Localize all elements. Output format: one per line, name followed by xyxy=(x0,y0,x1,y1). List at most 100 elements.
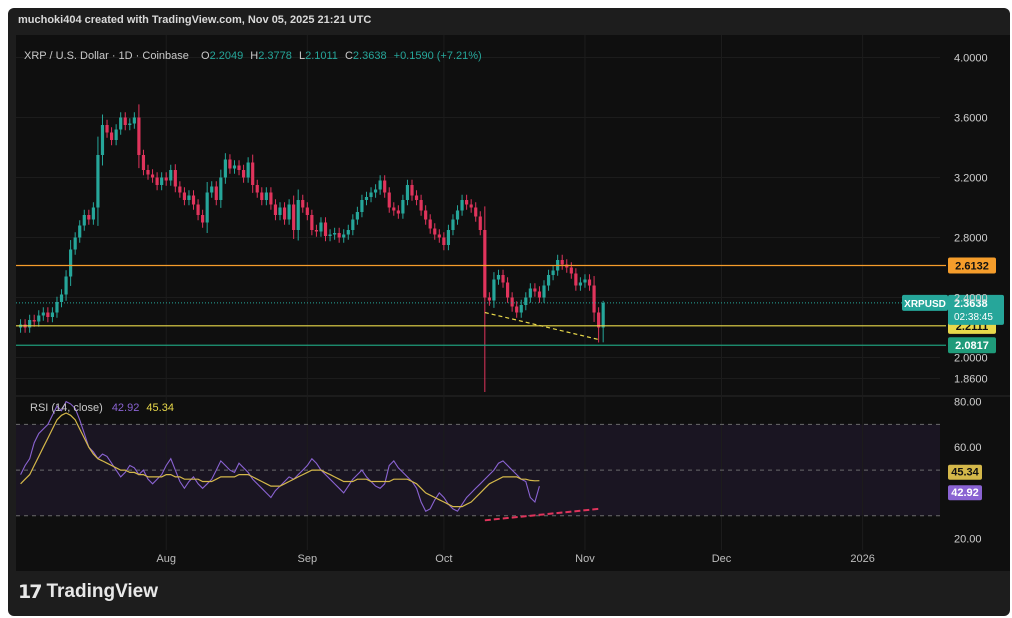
candle-body xyxy=(46,312,50,317)
candle-body xyxy=(205,192,209,223)
candle-body xyxy=(41,312,45,316)
candle-body xyxy=(223,159,227,178)
candle-body xyxy=(569,267,573,274)
candle-body xyxy=(364,197,369,200)
candle-body xyxy=(82,215,86,226)
candle-body xyxy=(164,177,168,181)
candle-body xyxy=(105,125,109,133)
tradingview-logo: 17 TradingView xyxy=(18,581,158,603)
countdown-label: 02:38:45 xyxy=(954,312,993,323)
candle-body xyxy=(264,192,268,200)
candle-body xyxy=(442,237,446,245)
candle-body xyxy=(196,204,200,215)
candle-body xyxy=(428,219,432,229)
candle-body xyxy=(269,192,273,205)
credit-line: muchoki404 created with TradingView.com,… xyxy=(18,14,372,26)
candle-body xyxy=(160,177,164,185)
candle-body xyxy=(401,200,405,214)
candle-body xyxy=(132,117,136,124)
candle-body xyxy=(64,276,68,295)
candle-body xyxy=(396,210,400,214)
candle-body xyxy=(69,249,73,277)
candle-body xyxy=(100,125,105,155)
candle-body xyxy=(474,207,478,217)
tradingview-logo-text: TradingView xyxy=(46,581,159,602)
price-tick-label: 3.2000 xyxy=(954,173,988,185)
candle-body xyxy=(378,180,382,190)
candle-body xyxy=(146,170,150,175)
candle-body xyxy=(487,297,491,301)
rsi-tick-label: 20.00 xyxy=(954,534,982,546)
candle-body xyxy=(515,306,519,313)
candle-body xyxy=(510,297,514,307)
candle-body xyxy=(260,192,264,200)
candle-body xyxy=(228,159,232,169)
candle-body xyxy=(201,215,205,223)
candle-body xyxy=(328,234,332,236)
candle-body xyxy=(601,302,605,328)
candle-body xyxy=(173,170,177,187)
candle-body xyxy=(96,155,100,208)
candle-body xyxy=(251,162,255,185)
candle-body xyxy=(237,165,241,170)
candle-body xyxy=(73,237,77,250)
candle-body xyxy=(109,132,114,140)
candle-body xyxy=(87,215,91,220)
candle-body xyxy=(355,212,359,220)
chart-svg[interactable]: 2.61322.21112.0817XRPUSD 2.363802:38:45 A… xyxy=(16,35,1010,571)
price-pane[interactable] xyxy=(16,35,940,395)
candle-body xyxy=(296,200,300,230)
candle-body xyxy=(383,180,387,193)
candle-body xyxy=(191,195,196,205)
rsi-ma-legend-value: 45.34 xyxy=(146,402,174,414)
candle-body xyxy=(246,162,250,178)
candle-body xyxy=(465,200,469,205)
candle-body xyxy=(583,279,587,283)
candle-body xyxy=(419,200,423,211)
close-value: 2.3638 xyxy=(353,50,387,62)
candle-body xyxy=(182,192,187,200)
close-label: C xyxy=(345,50,353,62)
candle-body xyxy=(574,273,578,286)
chart-panel[interactable]: 2.6132 2.2111 2.0817 XRPUSD 2.3638 02:38:45 A… xyxy=(16,35,1010,571)
candle-body xyxy=(492,279,496,301)
candle-body xyxy=(478,216,482,230)
candle-body xyxy=(460,200,464,211)
candle-body xyxy=(592,285,596,313)
x-tick-label: Dec xyxy=(712,553,732,565)
price-tick-label: 1.8600 xyxy=(954,374,988,386)
tradingview-logo-mark: 17 xyxy=(18,581,42,603)
candle-body xyxy=(128,123,132,125)
candle-body xyxy=(542,285,546,298)
candle-body xyxy=(405,185,410,200)
change-value: +0.1590 (+7.21%) xyxy=(394,50,482,62)
candle-body xyxy=(255,185,259,193)
candle-body xyxy=(351,219,355,230)
candle-body xyxy=(287,204,291,220)
candle-body xyxy=(373,189,378,193)
candle-body xyxy=(169,170,173,181)
price-tick-label: 2.0000 xyxy=(954,353,988,365)
candle-body xyxy=(137,117,141,155)
rsi-title: RSI (14, close) xyxy=(30,402,103,414)
candle-body xyxy=(219,177,223,200)
candle-body xyxy=(150,174,155,178)
candle-body xyxy=(78,225,82,238)
rsi-ma-badge-label: 45.34 xyxy=(951,467,979,479)
price-tick-label: 3.6000 xyxy=(954,113,988,125)
high-value: 2.3778 xyxy=(258,50,292,62)
candle-body xyxy=(496,275,501,280)
price-tick-label: 2.8000 xyxy=(954,233,988,245)
candle-body xyxy=(178,186,182,193)
candle-body xyxy=(91,207,95,220)
x-tick-label: Aug xyxy=(156,553,176,565)
candle-body xyxy=(392,207,396,211)
candle-body xyxy=(292,204,296,230)
candle-body xyxy=(546,275,551,286)
candle-body xyxy=(533,288,537,292)
candle-body xyxy=(469,204,473,208)
candle-body xyxy=(155,177,159,185)
candle-body xyxy=(505,282,510,298)
candle-body xyxy=(314,230,319,232)
candle-body xyxy=(483,230,487,298)
